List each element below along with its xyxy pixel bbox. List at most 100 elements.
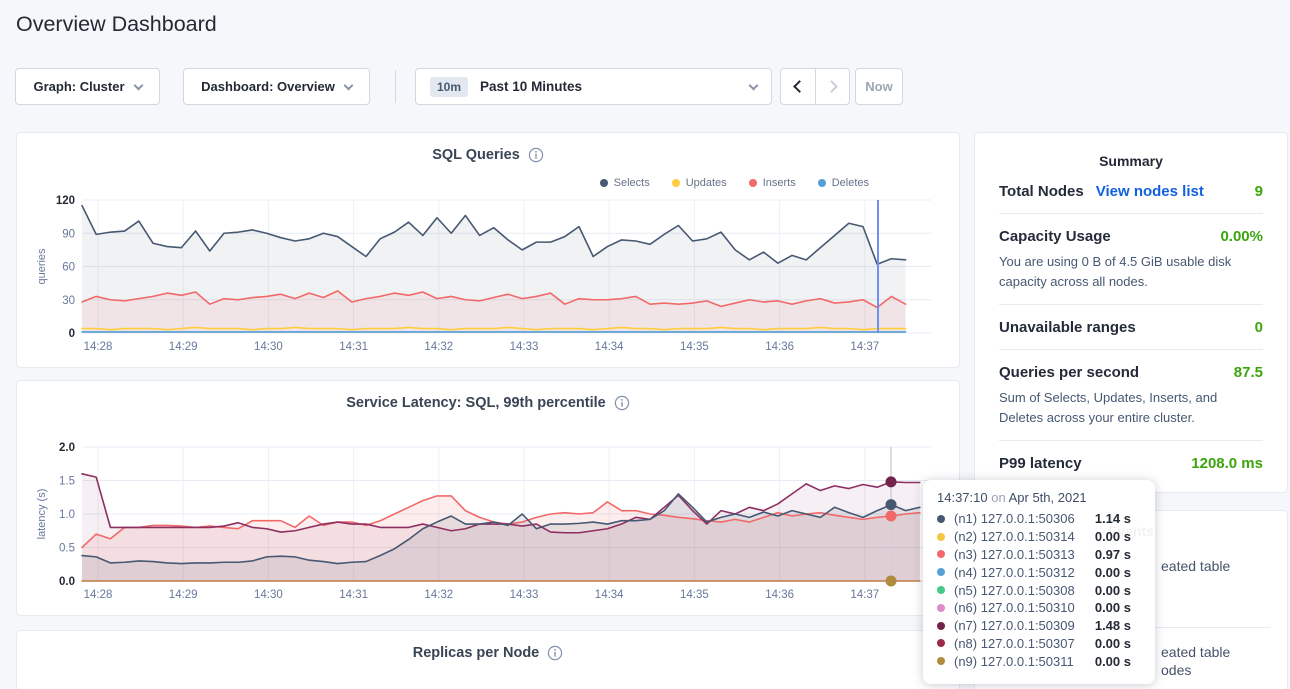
dashboard-dropdown[interactable]: Dashboard: Overview (183, 68, 370, 105)
node-address: (n7) 127.0.0.1:50309 (954, 618, 1075, 633)
summary-row-p99: P99 latency 1208.0 ms (999, 441, 1263, 485)
tooltip-row: (n2) 127.0.0.1:503140.00 s (937, 528, 1141, 546)
tooltip-row: (n9) 127.0.0.1:50311 0.00 s (937, 652, 1141, 670)
node-address: (n3) 127.0.0.1:50313 (954, 547, 1075, 562)
x-tick-label: 14:32 (424, 341, 453, 353)
capacity-usage-label: Capacity Usage (999, 228, 1111, 245)
node-dot-icon (937, 639, 945, 647)
x-tick-label: 14:28 (84, 589, 113, 601)
node-dot-icon (937, 515, 945, 523)
qps-desc: Sum of Selects, Updates, Inserts, and De… (999, 388, 1263, 427)
x-tick-label: 14:35 (680, 589, 709, 601)
node-address: (n2) 127.0.0.1:50314 (954, 529, 1075, 544)
x-tick-label: 14:30 (254, 341, 283, 353)
node-dot-icon (937, 604, 945, 612)
time-prev-button[interactable] (781, 69, 815, 104)
event-item-text[interactable]: eated table (1161, 558, 1230, 574)
unavailable-ranges-label: Unavailable ranges (999, 319, 1136, 336)
crosshair-dot (886, 476, 897, 487)
now-button[interactable]: Now (855, 68, 903, 105)
total-nodes-label: Total Nodes (999, 183, 1084, 200)
node-latency-value: 0.00 s (1095, 654, 1131, 669)
tooltip-row: (n4) 127.0.0.1:503120.00 s (937, 563, 1141, 581)
node-latency-value: 0.97 s (1095, 547, 1131, 562)
tooltip-rows: (n1) 127.0.0.1:50306 1.14 s (n2) 127.0.0.1… (937, 510, 1141, 670)
time-range-badge: 10m (430, 77, 468, 97)
chevron-right-icon (825, 80, 838, 93)
graph-dropdown[interactable]: Graph: Cluster (15, 68, 160, 105)
x-tick-label: 14:36 (765, 589, 794, 601)
node-dot-icon (937, 533, 945, 541)
event-item-text[interactable]: eated table (1161, 644, 1230, 660)
y-axis-label: queries (36, 248, 48, 285)
node-latency-value: 0.00 s (1095, 600, 1131, 615)
tooltip-row: (n6) 127.0.0.1:503100.00 s (937, 599, 1141, 617)
summary-row-unavailable: Unavailable ranges 0 (999, 305, 1263, 350)
time-range-dropdown[interactable]: 10m Past 10 Minutes (415, 68, 772, 105)
node-address: (n9) 127.0.0.1:50311 (954, 654, 1074, 669)
y-tick-label: 90 (62, 228, 75, 240)
y-axis-label: latency (s) (36, 489, 48, 540)
node-dot-icon (937, 657, 945, 665)
node-address: (n1) 127.0.0.1:50306 (954, 511, 1075, 526)
tooltip-row: (n7) 127.0.0.1:503091.48 s (937, 617, 1141, 635)
service-latency-card: Service Latency: SQL, 99th percentile 14… (16, 380, 960, 616)
y-tick-label: 30 (62, 295, 75, 307)
x-tick-label: 14:34 (595, 589, 624, 601)
x-tick-label: 14:32 (424, 589, 453, 601)
tooltip-row: (n5) 127.0.0.1:503080.00 s (937, 581, 1141, 599)
sql-queries-chart[interactable]: 14:2814:2914:3014:3114:3214:3314:3414:35… (17, 133, 961, 369)
info-icon[interactable] (547, 645, 563, 661)
time-next-button[interactable] (815, 69, 849, 104)
tooltip-row: (n1) 127.0.0.1:50306 1.14 s (937, 510, 1141, 528)
crosshair-dot (886, 499, 897, 510)
x-tick-label: 14:28 (84, 341, 113, 353)
crosshair-dot (886, 511, 897, 522)
capacity-usage-value: 0.00% (1220, 228, 1263, 245)
x-tick-label: 14:33 (510, 589, 539, 601)
tooltip-on: on (991, 490, 1005, 505)
node-dot-icon (937, 586, 945, 594)
x-tick-label: 14:29 (169, 589, 198, 601)
x-tick-label: 14:33 (510, 341, 539, 353)
summary-row-total-nodes: Total Nodes View nodes list 9 (999, 169, 1263, 214)
x-tick-label: 14:31 (339, 589, 368, 601)
sql-queries-card: SQL Queries SelectsUpdatesInsertsDeletes… (16, 132, 960, 368)
y-tick-label: 0.0 (59, 576, 75, 588)
x-tick-label: 14:31 (339, 341, 368, 353)
replicas-per-node-card: Replicas per Node (16, 630, 960, 689)
graph-dropdown-label: Graph: Cluster (33, 79, 124, 94)
node-latency-value: 1.14 s (1095, 511, 1131, 526)
chevron-down-icon (133, 80, 143, 90)
y-tick-label: 1.0 (59, 509, 75, 521)
x-tick-label: 14:34 (595, 341, 624, 353)
y-tick-label: 2.0 (59, 442, 75, 454)
y-tick-label: 0 (69, 328, 75, 340)
node-dot-icon (937, 622, 945, 630)
node-address: (n5) 127.0.0.1:50308 (954, 583, 1075, 598)
controls-divider (395, 70, 396, 103)
event-item-text[interactable]: odes (1161, 662, 1191, 678)
node-latency-value: 0.00 s (1095, 565, 1131, 580)
summary-title: Summary (999, 149, 1263, 169)
qps-label: Queries per second (999, 364, 1139, 381)
p99-latency-label: P99 latency (999, 455, 1082, 472)
x-tick-label: 14:29 (169, 341, 198, 353)
tooltip-row: (n8) 127.0.0.1:503070.00 s (937, 635, 1141, 653)
summary-panel: Summary Total Nodes View nodes list 9 Ca… (974, 132, 1288, 493)
x-tick-label: 14:37 (850, 589, 879, 601)
tooltip-timestamp: 14:37:10 on Apr 5th, 2021 (937, 490, 1141, 505)
summary-row-qps: Queries per second 87.5 Sum of Selects, … (999, 350, 1263, 441)
summary-row-capacity: Capacity Usage 0.00% You are using 0 B o… (999, 214, 1263, 305)
view-nodes-list-link[interactable]: View nodes list (1096, 183, 1204, 200)
node-dot-icon (937, 550, 945, 558)
y-tick-label: 1.5 (59, 476, 75, 488)
tooltip-date: Apr 5th, 2021 (1009, 490, 1087, 505)
crosshair-dot (886, 576, 897, 587)
chart-title: Replicas per Node (413, 645, 540, 661)
chart-hover-tooltip: 14:37:10 on Apr 5th, 2021 (n1) 127.0.0.1… (923, 480, 1155, 684)
y-tick-label: 0.5 (59, 543, 75, 555)
capacity-usage-desc: You are using 0 B of 4.5 GiB usable disk… (999, 252, 1263, 291)
chevron-down-icon (343, 80, 353, 90)
service-latency-chart[interactable]: 14:2814:2914:3014:3114:3214:3314:3414:35… (17, 381, 961, 617)
